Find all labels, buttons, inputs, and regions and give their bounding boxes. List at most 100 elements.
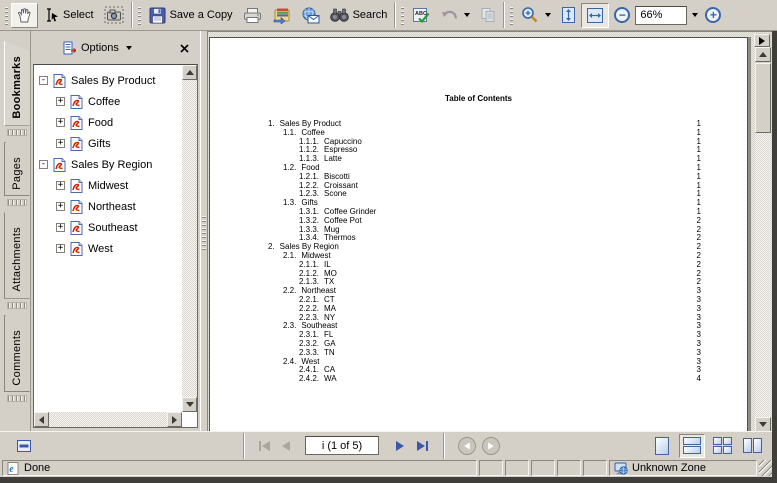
document-vertical-scrollbar[interactable] <box>755 33 771 432</box>
bookmark-item[interactable]: + Food <box>34 112 182 133</box>
options-button[interactable]: Options <box>59 39 135 57</box>
toc-entry[interactable]: 1.3.2.Coffee Pot 2 <box>210 217 747 226</box>
tab-grip[interactable] <box>7 129 27 136</box>
toolbar-grip[interactable] <box>138 5 141 25</box>
zoom-level-input[interactable] <box>635 6 687 25</box>
collapse-navpane-button[interactable] <box>12 435 36 457</box>
first-page-button[interactable] <box>253 435 275 457</box>
tree-horizontal-scrollbar[interactable] <box>34 412 182 427</box>
spellcheck-button[interactable]: ABC <box>407 3 435 28</box>
bookmark-item[interactable]: + Coffee <box>34 91 182 112</box>
print-button[interactable] <box>238 3 267 28</box>
zoom-tool-button[interactable] <box>516 3 556 28</box>
previous-page-button[interactable] <box>275 435 297 457</box>
toolbar-grip[interactable] <box>510 5 513 25</box>
sidebar-tab[interactable]: Attachments <box>1 212 30 314</box>
toolbar-grip[interactable] <box>5 5 8 25</box>
expander-icon[interactable]: - <box>39 76 48 85</box>
bookmark-item[interactable]: + Gifts <box>34 133 182 154</box>
toc-entry[interactable]: 1.1.1.Capuccino 1 <box>210 138 747 147</box>
page-number-field[interactable] <box>305 436 379 455</box>
continuous-layout-button[interactable] <box>679 434 705 458</box>
expander-icon[interactable]: + <box>56 118 65 127</box>
toc-entry[interactable]: 2.2.2.MA 3 <box>210 305 747 314</box>
bookmark-item[interactable]: + Southeast <box>34 217 182 238</box>
sidebar-tab[interactable]: Pages <box>1 142 30 213</box>
toc-entry[interactable]: 1.2.1.Biscotti 1 <box>210 173 747 182</box>
toc-entry[interactable]: 2.3.2.GA 3 <box>210 340 747 349</box>
toc-entry[interactable]: 2.1.Midwest 2 <box>210 252 747 261</box>
fit-width-button[interactable] <box>581 3 609 28</box>
single-page-layout-button[interactable] <box>649 434 675 458</box>
toc-entry[interactable]: 1.2.2.Croissant 1 <box>210 182 747 191</box>
picture-tasks-button[interactable] <box>267 3 296 28</box>
email-button[interactable] <box>296 3 325 28</box>
continuous-facing-layout-button[interactable] <box>709 434 735 458</box>
toc-entry[interactable]: 2.2.1.CT 3 <box>210 296 747 305</box>
previous-view-button[interactable] <box>458 437 476 455</box>
scroll-down-button[interactable] <box>755 417 771 432</box>
toc-entry[interactable]: 1.3.Gifts 1 <box>210 199 747 208</box>
hand-tool-button[interactable] <box>11 3 38 28</box>
bookmark-item[interactable]: - Sales By Region <box>34 154 182 175</box>
toc-entry[interactable]: 1.1.Coffee 1 <box>210 129 747 138</box>
sidebar-tab[interactable]: Comments <box>1 315 30 409</box>
expander-icon[interactable]: + <box>56 97 65 106</box>
last-page-button[interactable] <box>411 435 433 457</box>
bookmark-item[interactable]: + Northeast <box>34 196 182 217</box>
toc-entry[interactable]: 2.1.2.MO 2 <box>210 270 747 279</box>
tab-grip[interactable] <box>7 395 27 402</box>
toc-entry[interactable]: 2.4.2.WA 4 <box>210 375 747 384</box>
undo-button[interactable] <box>435 3 475 28</box>
bookmark-item[interactable]: + West <box>34 238 182 259</box>
tab-grip[interactable] <box>7 199 27 206</box>
toc-entry[interactable]: 2.4.West 3 <box>210 358 747 367</box>
zoom-in-button[interactable]: + <box>700 3 726 28</box>
zoom-tool-dropdown-arrow[interactable] <box>545 13 551 17</box>
select-tool-button[interactable]: Select <box>38 3 99 28</box>
toc-entry[interactable]: 2.3.Southeast 3 <box>210 322 747 331</box>
expander-icon[interactable]: + <box>56 223 65 232</box>
zoom-level-dropdown[interactable] <box>687 6 700 25</box>
bookmark-item[interactable]: + Midwest <box>34 175 182 196</box>
toc-entry[interactable]: 1.2.Food 1 <box>210 164 747 173</box>
save-a-copy-button[interactable]: Save a Copy <box>144 3 238 28</box>
toc-entry[interactable]: 1.3.3.Mug 2 <box>210 226 747 235</box>
search-button[interactable]: Search <box>325 3 393 28</box>
copy-button[interactable] <box>475 3 501 28</box>
toc-entry[interactable]: 2.4.1.CA 3 <box>210 366 747 375</box>
next-view-button[interactable] <box>482 437 500 455</box>
facing-layout-button[interactable] <box>739 434 765 458</box>
tree-vertical-scrollbar[interactable] <box>182 65 197 412</box>
toc-entry[interactable]: 1.3.1.Coffee Grinder 1 <box>210 208 747 217</box>
toc-entry[interactable]: 1.1.2.Espresso 1 <box>210 146 747 155</box>
snapshot-tool-button[interactable] <box>99 3 129 28</box>
scroll-up-button[interactable] <box>755 47 771 62</box>
expander-icon[interactable]: + <box>56 202 65 211</box>
toolbar-grip[interactable] <box>401 5 404 25</box>
undo-dropdown-arrow[interactable] <box>464 13 470 17</box>
bookmarks-panel-header: Options <box>31 31 200 61</box>
bookmark-item[interactable]: - Sales By Product <box>34 70 182 91</box>
panel-splitter[interactable] <box>200 31 208 431</box>
expander-icon[interactable]: + <box>56 181 65 190</box>
scroll-up-button[interactable] <box>182 65 197 80</box>
zoom-out-button[interactable]: − <box>609 3 635 28</box>
tab-grip[interactable] <box>7 302 27 309</box>
scroll-left-button[interactable] <box>34 412 49 427</box>
expander-icon[interactable]: + <box>56 139 65 148</box>
article-next-button[interactable] <box>754 34 770 47</box>
toc-entry[interactable]: 2.2.Northeast 3 <box>210 287 747 296</box>
sidebar-tab[interactable]: Bookmarks <box>1 41 30 142</box>
expander-icon[interactable]: - <box>39 160 48 169</box>
pdf-page[interactable]: Table of Contents 1.Sales By Product 1 1… <box>209 37 748 432</box>
expander-icon[interactable]: + <box>56 244 65 253</box>
toc-entry[interactable]: 2.3.1.FL 3 <box>210 331 747 340</box>
scrollbar-thumb[interactable] <box>755 63 771 133</box>
fit-page-button[interactable] <box>556 3 581 28</box>
toc-entry[interactable]: 2.1.1.IL 2 <box>210 261 747 270</box>
close-panel-button[interactable] <box>176 40 192 56</box>
scroll-down-button[interactable] <box>182 397 197 412</box>
scroll-right-button[interactable] <box>167 412 182 427</box>
next-page-button[interactable] <box>389 435 411 457</box>
